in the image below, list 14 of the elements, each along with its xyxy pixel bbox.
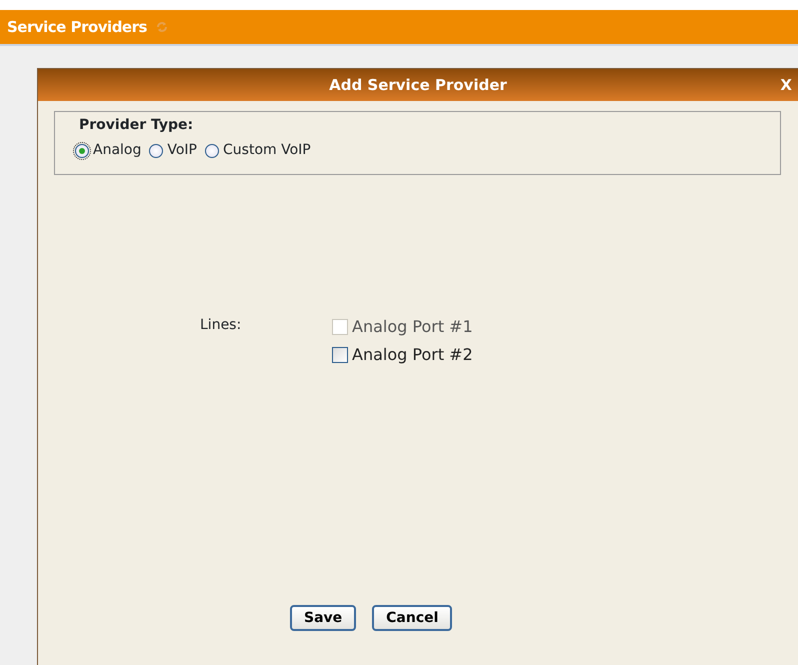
checkbox-label[interactable]: Analog Port #2 (352, 343, 473, 367)
save-button[interactable]: Save (290, 605, 356, 631)
dialog-title: Add Service Provider (329, 74, 507, 96)
radio-label[interactable]: VoIP (167, 140, 198, 161)
checkbox[interactable] (332, 347, 348, 363)
radio-button[interactable] (149, 144, 164, 158)
radio-label[interactable]: Analog (93, 140, 142, 161)
page-title: Service Providers (7, 16, 147, 38)
radio-button[interactable] (205, 144, 220, 158)
radio-label[interactable]: Custom VoIP (223, 140, 311, 161)
close-button[interactable]: X (780, 74, 792, 96)
cancel-button[interactable]: Cancel (372, 605, 452, 631)
radio-button[interactable] (75, 144, 89, 158)
field-label: Lines: (200, 316, 242, 335)
